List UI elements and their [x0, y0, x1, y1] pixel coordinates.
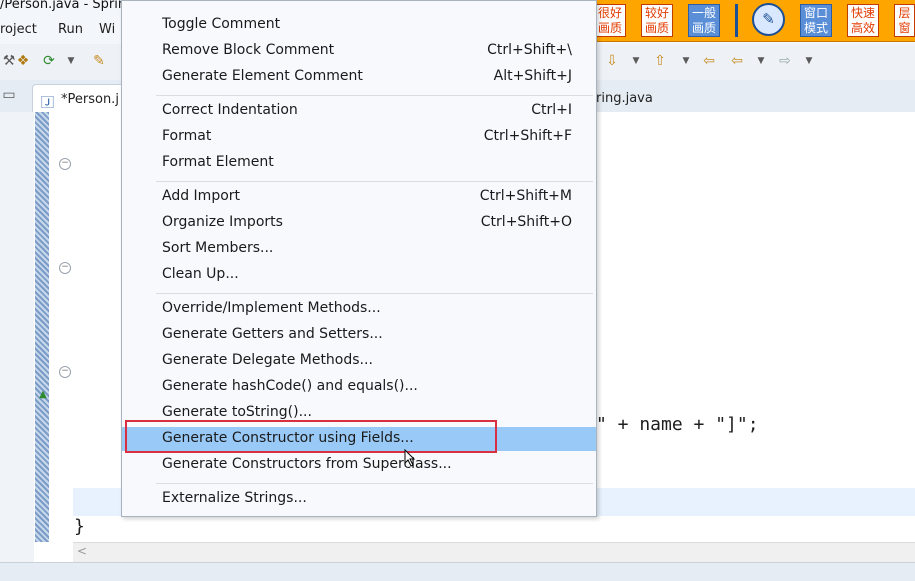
back-icon[interactable]: ⇦: [728, 52, 746, 70]
btn-line: 模式: [803, 21, 828, 35]
menu-window[interactable]: Wi: [99, 22, 115, 37]
layer-window-button[interactable]: 层窗: [894, 4, 915, 37]
last-edit-icon[interactable]: ⇦: [700, 52, 718, 70]
menu-item-label: Generate hashCode() and equals()...: [162, 378, 418, 394]
menu-item-label: Externalize Strings...: [162, 490, 307, 506]
menu-separator: [156, 95, 593, 96]
menu-item-generate-element-comment[interactable]: Generate Element Comment Alt+Shift+J: [122, 65, 596, 89]
menu-item-remove-block-comment[interactable]: Remove Block Comment Ctrl+Shift+\: [122, 39, 596, 63]
btn-line: 画质: [691, 21, 716, 35]
package-icon[interactable]: ❖: [14, 52, 32, 70]
menu-item-label: Override/Implement Methods...: [162, 300, 381, 316]
annotation-nav-icon[interactable]: ⇩: [603, 52, 621, 70]
fold-toggle-icon[interactable]: −: [59, 262, 71, 274]
brush-icon[interactable]: ✎: [752, 3, 785, 36]
tab-string-java[interactable]: ring.java: [590, 84, 710, 112]
btn-line: 画质: [597, 21, 622, 35]
menu-item-externalize-strings[interactable]: Externalize Strings...: [122, 487, 596, 511]
menu-item-format-element[interactable]: Format Element: [122, 151, 596, 175]
forward-icon[interactable]: ⇨: [776, 52, 794, 70]
btn-line: 快速: [850, 6, 875, 20]
next-annotation-icon[interactable]: ⇧: [651, 52, 669, 70]
editor-ruler: [35, 112, 49, 542]
menu-item-label: Format: [162, 128, 212, 144]
menu-item-label: Generate toString()...: [162, 404, 312, 420]
menu-item-add-import[interactable]: Add Import Ctrl+Shift+M: [122, 185, 596, 209]
override-marker-icon: ▲: [39, 389, 47, 400]
menu-item-shortcut: Ctrl+Shift+M: [479, 188, 572, 204]
tab-label: *Person.j: [61, 92, 119, 107]
tab-person-java[interactable]: 🄹 *Person.j: [32, 84, 134, 113]
quality-normal-button[interactable]: 一般 画质: [688, 4, 720, 37]
menu-item-delegate-methods[interactable]: Generate Delegate Methods...: [122, 349, 596, 373]
minimize-icon[interactable]: ▭: [0, 86, 18, 104]
chevron-down-icon[interactable]: ▼: [677, 52, 695, 70]
menu-run[interactable]: Run: [58, 22, 83, 37]
btn-line: 画质: [644, 21, 669, 35]
code-text: " + name + "]";: [596, 414, 759, 435]
menu-item-label: Clean Up...: [162, 266, 239, 282]
btn-line: 很好: [597, 6, 622, 20]
menu-item-label: Remove Block Comment: [162, 42, 335, 58]
left-panel-strip: [0, 112, 34, 562]
menu-item-organize-imports[interactable]: Organize Imports Ctrl+Shift+O: [122, 211, 596, 235]
menu-item-label: Sort Members...: [162, 240, 274, 256]
menu-item-constructors-from-superclass[interactable]: Generate Constructors from Superclass...: [122, 453, 596, 477]
menu-item-hashcode-equals[interactable]: Generate hashCode() and equals()...: [122, 375, 596, 399]
menu-item-shortcut: Alt+Shift+J: [493, 68, 572, 84]
open-folder-icon[interactable]: ✎: [90, 52, 108, 70]
menu-item-shortcut: Ctrl+Shift+\: [487, 42, 572, 58]
menu-item-label: Format Element: [162, 154, 274, 170]
menu-item-label: Generate Delegate Methods...: [162, 352, 373, 368]
fast-efficient-button[interactable]: 快速 高效: [847, 4, 879, 37]
code-line-tostring-return[interactable]: " + name + "]";: [596, 414, 759, 435]
quality-good-button[interactable]: 很好 画质: [594, 4, 626, 37]
chevron-down-icon[interactable]: ▼: [752, 52, 770, 70]
menu-item-shortcut: Ctrl+Shift+F: [483, 128, 572, 144]
chevron-down-icon[interactable]: ▼: [62, 52, 80, 70]
menu-item-label: Add Import: [162, 188, 241, 204]
chevron-down-icon[interactable]: ▼: [627, 52, 645, 70]
scroll-left-icon[interactable]: <: [77, 544, 87, 558]
fold-toggle-icon[interactable]: −: [59, 158, 71, 170]
tab-label: ring.java: [596, 91, 653, 106]
menu-item-sort-members[interactable]: Sort Members...: [122, 237, 596, 261]
menu-item-clean-up[interactable]: Clean Up...: [122, 263, 596, 287]
horizontal-scrollbar[interactable]: <: [73, 542, 915, 563]
menu-item-label: Toggle Comment: [162, 16, 281, 32]
quality-fair-button[interactable]: 较好 画质: [641, 4, 673, 37]
menu-item-getters-setters[interactable]: Generate Getters and Setters...: [122, 323, 596, 347]
toolbar-separator: [735, 4, 738, 37]
menu-item-override-implement[interactable]: Override/Implement Methods...: [122, 297, 596, 321]
run-icon[interactable]: ⟳: [40, 52, 58, 70]
menu-item-label: Generate Getters and Setters...: [162, 326, 383, 342]
menu-separator: [156, 483, 593, 484]
menu-separator: [156, 293, 593, 294]
menu-item-correct-indentation[interactable]: Correct Indentation Ctrl+I: [122, 99, 596, 123]
menu-item-shortcut: Ctrl+I: [531, 102, 572, 118]
menu-item-label: Generate Element Comment: [162, 68, 363, 84]
mouse-cursor-icon: [404, 449, 416, 467]
java-file-icon: 🄹: [41, 96, 55, 111]
bottom-panel-bar: [0, 562, 915, 581]
window-mode-button[interactable]: 窗口 模式: [800, 4, 832, 37]
menu-separator: [156, 181, 593, 182]
btn-line: 层: [898, 6, 911, 20]
annotation-highlight-box: [125, 420, 497, 453]
btn-line: 窗: [898, 21, 911, 35]
chevron-down-icon[interactable]: ▼: [800, 52, 818, 70]
btn-line: 窗口: [803, 6, 828, 20]
menu-item-shortcut: Ctrl+Shift+O: [480, 214, 572, 230]
menu-item-label: Organize Imports: [162, 214, 283, 230]
menu-item-format[interactable]: Format Ctrl+Shift+F: [122, 125, 596, 149]
btn-line: 高效: [850, 21, 875, 35]
menu-project[interactable]: roject: [0, 22, 37, 37]
btn-line: 较好: [644, 6, 669, 20]
menu-item-toggle-comment[interactable]: Toggle Comment: [122, 13, 596, 37]
btn-line: 一般: [691, 6, 716, 20]
fold-toggle-icon[interactable]: −: [59, 366, 71, 378]
menu-item-label: Correct Indentation: [162, 102, 298, 118]
code-closing-brace[interactable]: }: [74, 516, 85, 537]
